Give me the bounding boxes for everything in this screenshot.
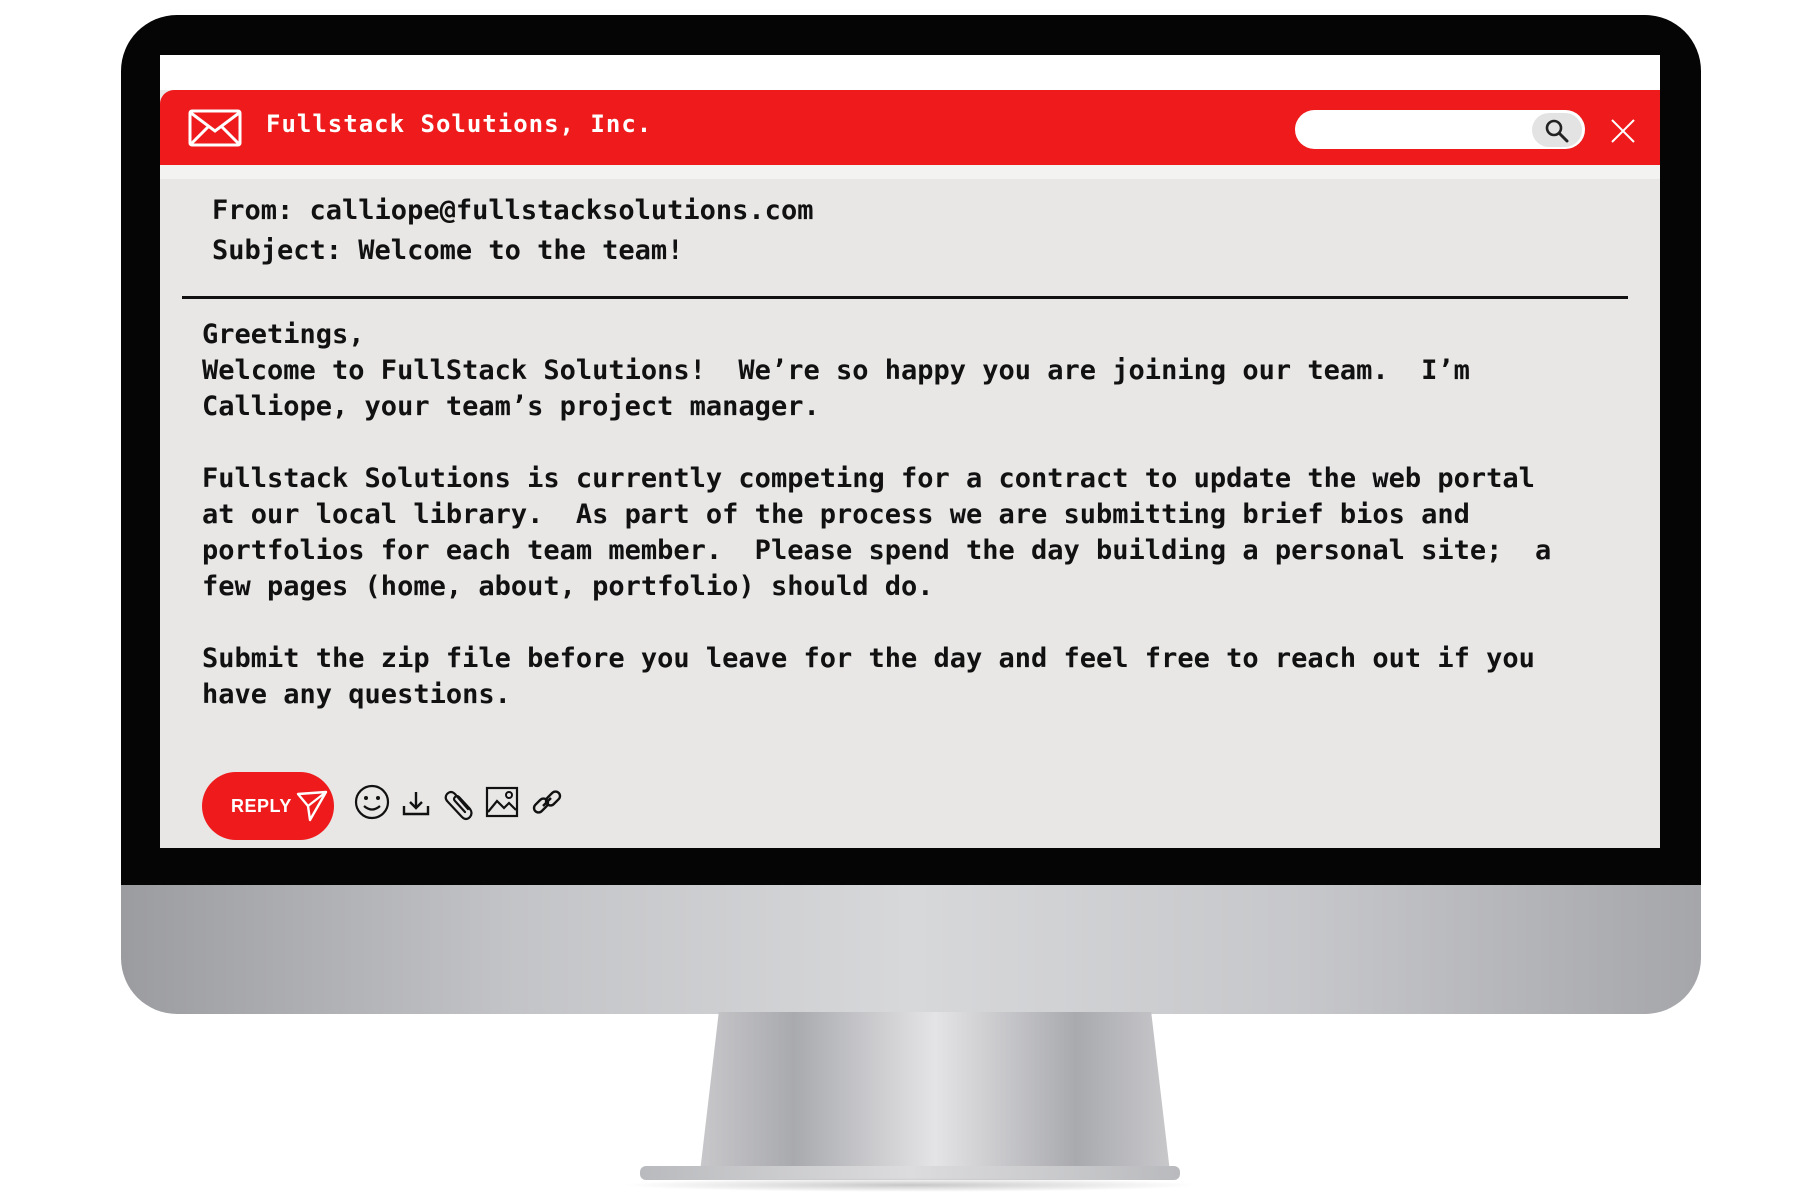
email-body-line: few pages (home, about, portfolio) shoul… (202, 571, 934, 602)
search-button[interactable] (1532, 113, 1582, 147)
reply-label: REPLY (231, 796, 292, 816)
download-icon[interactable] (396, 782, 436, 822)
reply-button[interactable]: REPLY (202, 772, 334, 840)
paperclip-icon[interactable] (439, 782, 479, 822)
close-button[interactable] (1610, 118, 1636, 144)
monitor-shadow (620, 1178, 1200, 1192)
title-bar: Fullstack Solutions, Inc. (160, 90, 1660, 165)
email-window: Fullstack Solutions, Inc. From: calliope… (160, 55, 1660, 848)
email-body-line: Calliope, your team’s project manager. (202, 391, 820, 422)
email-body-line: Greetings, (202, 319, 365, 350)
monitor-chin (121, 885, 1701, 1014)
image-icon[interactable] (482, 782, 522, 822)
email-body-line: Welcome to FullStack Solutions! We’re so… (202, 355, 1470, 386)
email-body-line: at our local library. As part of the pro… (202, 499, 1470, 530)
email-body-line: portfolios for each team member. Please … (202, 535, 1552, 566)
title-bar-shadow (160, 165, 1660, 179)
link-icon[interactable] (527, 782, 567, 822)
smiley-icon[interactable] (352, 782, 392, 822)
close-icon (1611, 119, 1635, 143)
monitor-stand (700, 1012, 1170, 1172)
email-body-line: have any questions. (202, 679, 511, 710)
app-title: Fullstack Solutions, Inc. (266, 110, 653, 138)
email-subject: Subject: Welcome to the team! (212, 235, 684, 266)
email-body-line: Fullstack Solutions is currently competi… (202, 463, 1535, 494)
header-divider (182, 296, 1628, 299)
email-from: From: calliope@fullstacksolutions.com (212, 195, 814, 226)
envelope-icon (188, 109, 242, 147)
send-icon (296, 790, 328, 827)
search-icon (1545, 119, 1569, 143)
email-body-line: Submit the zip file before you leave for… (202, 643, 1535, 674)
window-top-strip (160, 55, 1660, 90)
